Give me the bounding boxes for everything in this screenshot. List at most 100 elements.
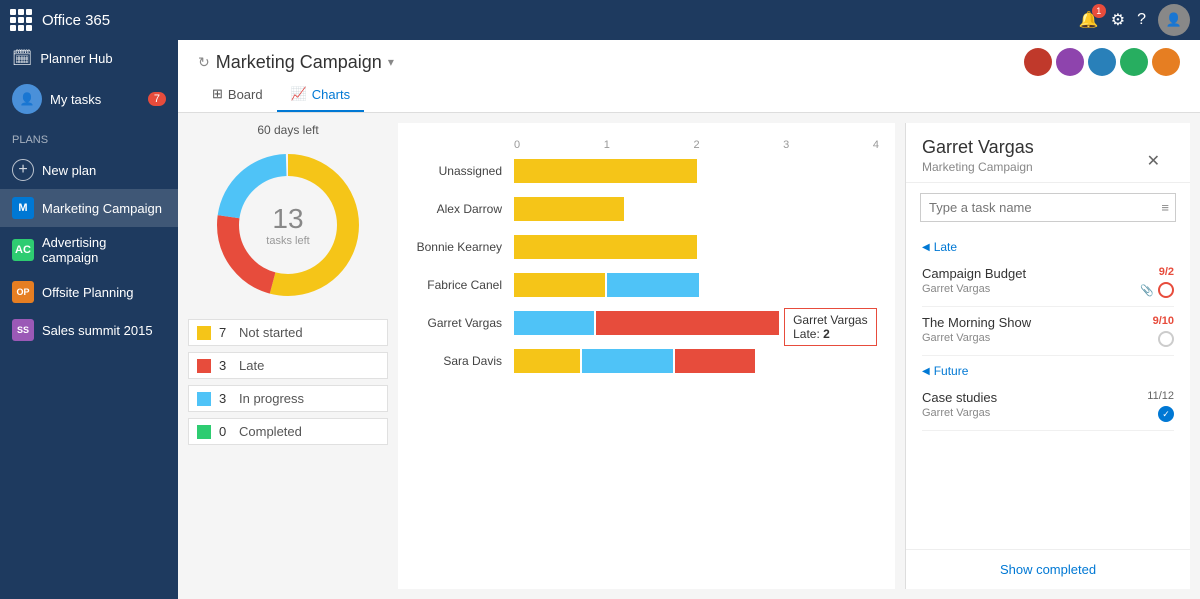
settings-icon[interactable]: ⚙ (1111, 10, 1125, 30)
legend-count-in-progress: 3 (219, 391, 231, 406)
section-late-header[interactable]: ◀ Late (922, 232, 1174, 258)
bar-sara-red (675, 349, 755, 373)
show-completed-button[interactable]: Show completed (906, 549, 1190, 589)
tab-board[interactable]: ⊞ Board (198, 80, 277, 112)
task-date-morning-show: 9/10 (1153, 315, 1174, 327)
content-header: ↻ Marketing Campaign ▾ ⊞ Board (178, 40, 1200, 113)
task-item-campaign-budget: Campaign Budget Garret Vargas 9/2 📎 (922, 258, 1174, 307)
tabs: ⊞ Board 📈 Charts (198, 80, 1180, 112)
legend-label-completed: Completed (239, 424, 302, 439)
panel-header: Garret Vargas Marketing Campaign ✕ (906, 123, 1190, 183)
advertising-label: Advertising campaign (42, 235, 166, 265)
bar-container-garret: Garret VargasLate: 2 (514, 311, 879, 335)
task-circle-case-studies[interactable]: ✓ (1158, 406, 1174, 422)
future-chevron-icon: ◀ (922, 366, 930, 377)
task-meta-campaign-budget: 9/2 📎 (1140, 266, 1174, 298)
legend-in-progress: 3 In progress (188, 385, 388, 412)
tab-charts[interactable]: 📈 Charts (277, 80, 364, 112)
plan-name: Marketing Campaign (216, 52, 382, 73)
board-icon: ⊞ (212, 86, 223, 102)
task-circle-morning-show[interactable] (1158, 331, 1174, 347)
content-area: ↻ Marketing Campaign ▾ ⊞ Board (178, 40, 1200, 599)
sidebar-item-my-tasks[interactable]: 👤 My tasks 7 (0, 76, 178, 122)
task-search-input[interactable] (921, 194, 1155, 221)
task-name-morning-show[interactable]: The Morning Show (922, 315, 1147, 330)
top-nav-right: 🔔 1 ⚙ ? 👤 (1079, 4, 1190, 36)
bar-label-unassigned: Unassigned (414, 164, 514, 178)
plan-title-dropdown-icon[interactable]: ▾ (388, 55, 394, 69)
header-avatar-2[interactable] (1056, 48, 1084, 76)
sidebar-item-advertising[interactable]: AC Advertising campaign (0, 227, 178, 273)
header-avatar-1[interactable] (1024, 48, 1052, 76)
plans-label: Plans (0, 122, 178, 151)
header-avatar-4[interactable] (1120, 48, 1148, 76)
legend-items: 7 Not started 3 Late 3 In progress (188, 319, 388, 445)
new-plan-label: New plan (42, 163, 96, 178)
bar-fabrice-yellow (514, 273, 605, 297)
panel-title: Garret Vargas (922, 137, 1174, 158)
bar-label-sara: Sara Davis (414, 354, 514, 368)
panel-close-button[interactable]: ✕ (1147, 151, 1160, 171)
sales-icon: SS (12, 319, 34, 341)
legend-dot-completed (197, 425, 211, 439)
legend-label-not-started: Not started (239, 325, 303, 340)
bar-row-fabrice: Fabrice Canel (414, 273, 879, 297)
refresh-icon[interactable]: ↻ (198, 54, 210, 71)
task-name-campaign-budget[interactable]: Campaign Budget (922, 266, 1134, 281)
bar-label-alex: Alex Darrow (414, 202, 514, 216)
task-item-case-studies: Case studies Garret Vargas 11/12 ✓ (922, 382, 1174, 431)
search-list-icon[interactable]: ≡ (1155, 200, 1175, 215)
help-icon[interactable]: ? (1137, 11, 1146, 29)
late-chevron-icon: ◀ (922, 242, 930, 253)
bar-container-unassigned (514, 159, 879, 183)
bar-sara-blue (582, 349, 673, 373)
panel-search[interactable]: ≡ (920, 193, 1176, 222)
task-assignee-morning-show: Garret Vargas (922, 332, 1147, 344)
bar-row-bonnie: Bonnie Kearney (414, 235, 879, 259)
legend-not-started: 7 Not started (188, 319, 388, 346)
sales-label: Sales summit 2015 (42, 323, 153, 338)
sidebar-item-offsite[interactable]: OP Offsite Planning (0, 273, 178, 311)
days-left-label: 60 days left (188, 123, 388, 137)
bar-row-unassigned: Unassigned (414, 159, 879, 183)
legend-label-late: Late (239, 358, 264, 373)
garret-tooltip: Garret VargasLate: 2 (784, 308, 876, 346)
task-info-campaign-budget: Campaign Budget Garret Vargas (922, 266, 1134, 295)
bar-chart-section: 0 1 2 3 4 Unassigned Alex Darrow (398, 123, 895, 589)
header-avatar-5[interactable] (1152, 48, 1180, 76)
sidebar-item-marketing[interactable]: M Marketing Campaign (0, 189, 178, 227)
task-name-case-studies[interactable]: Case studies (922, 390, 1141, 405)
task-date-campaign-budget: 9/2 (1159, 266, 1174, 278)
sidebar: 🗓 Planner Hub 👤 My tasks 7 Plans + New p… (0, 40, 178, 599)
marketing-label: Marketing Campaign (42, 201, 162, 216)
panel-body: ◀ Late Campaign Budget Garret Vargas 9/2… (906, 232, 1190, 549)
task-meta-case-studies: 11/12 ✓ (1147, 390, 1174, 422)
notification-bell[interactable]: 🔔 1 (1079, 10, 1099, 30)
task-circle-campaign-budget[interactable] (1158, 282, 1174, 298)
legend-label-in-progress: In progress (239, 391, 304, 406)
main-layout: 🗓 Planner Hub 👤 My tasks 7 Plans + New p… (0, 40, 1200, 599)
task-meta-morning-show: 9/10 (1153, 315, 1174, 347)
bar-row-garret: Garret Vargas Garret VargasLate: 2 (414, 311, 879, 335)
offsite-label: Offsite Planning (42, 285, 134, 300)
task-assignee-campaign-budget: Garret Vargas (922, 283, 1134, 295)
sidebar-item-sales[interactable]: SS Sales summit 2015 (0, 311, 178, 349)
advertising-icon: AC (12, 239, 34, 261)
app-launcher-icon[interactable] (10, 9, 32, 31)
attach-icon: 📎 (1140, 284, 1154, 297)
task-assignee-case-studies: Garret Vargas (922, 407, 1141, 419)
bar-label-fabrice: Fabrice Canel (414, 278, 514, 292)
sidebar-item-planner-hub[interactable]: 🗓 Planner Hub (0, 40, 178, 76)
bar-alex-yellow (514, 197, 624, 221)
bar-row-sara: Sara Davis (414, 349, 879, 373)
section-future-header[interactable]: ◀ Future (922, 356, 1174, 382)
donut-chart: 13 tasks left (208, 145, 368, 305)
legend-dot-late (197, 359, 211, 373)
right-panel: Garret Vargas Marketing Campaign ✕ ≡ ◀ L… (905, 123, 1190, 589)
legend-dot-not-started (197, 326, 211, 340)
late-section-label: Late (934, 240, 957, 254)
user-avatar-top[interactable]: 👤 (1158, 4, 1190, 36)
header-avatar-3[interactable] (1088, 48, 1116, 76)
task-item-morning-show: The Morning Show Garret Vargas 9/10 (922, 307, 1174, 356)
sidebar-item-new-plan[interactable]: + New plan (0, 151, 178, 189)
